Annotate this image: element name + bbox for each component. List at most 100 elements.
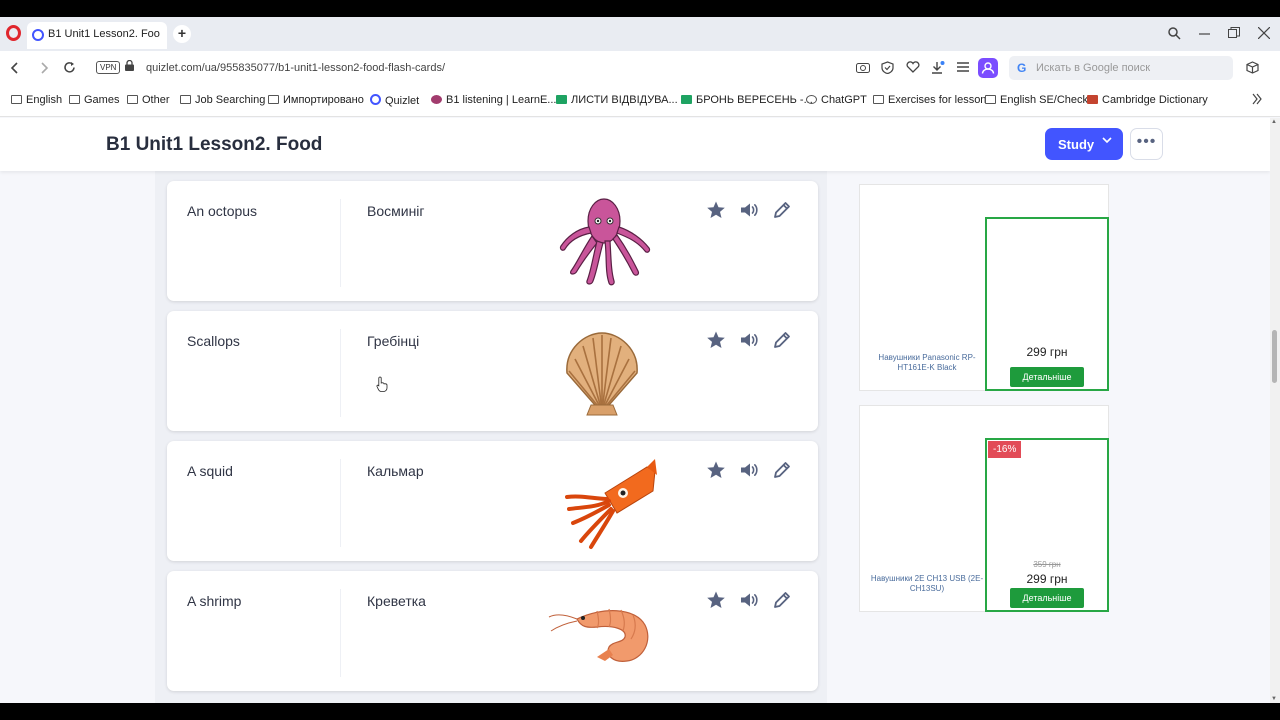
term-card: A shrimp Креветка [167, 571, 818, 691]
cambridge-icon [1087, 95, 1098, 104]
study-label: Study [1058, 137, 1095, 152]
bookmark-label: Other [142, 94, 170, 106]
vpn-badge[interactable]: VPN [96, 61, 121, 74]
ad-details-button[interactable]: Детальніше [1010, 588, 1084, 608]
edit-pencil-icon[interactable] [771, 329, 793, 351]
bookmarks-overflow-icon[interactable] [1252, 93, 1262, 105]
edit-pencil-icon[interactable] [771, 459, 793, 481]
google-icon: G [1017, 61, 1027, 75]
ad-price: 299 грн [1026, 345, 1068, 359]
bookmark-label: Quizlet [385, 95, 420, 107]
extensions-cube-icon[interactable] [1246, 61, 1259, 74]
audio-icon[interactable] [738, 459, 760, 481]
close-window-icon[interactable] [1258, 27, 1270, 39]
term-text: A shrimp [187, 593, 242, 609]
download-icon[interactable] [931, 61, 945, 75]
bookmark-imported[interactable]: Импортировано [268, 94, 364, 106]
bookmark-cambridge[interactable]: Cambridge Dictionary [1087, 94, 1208, 106]
tab-bar: B1 Unit1 Lesson2. Food | Q + [0, 17, 1280, 51]
folder-icon [873, 95, 884, 104]
bookmark-english[interactable]: English [11, 94, 62, 106]
folder-icon [180, 95, 191, 104]
bookmark-label: ChatGPT [821, 94, 867, 106]
bookmark-other[interactable]: Other [127, 94, 170, 106]
audio-icon[interactable] [738, 199, 760, 221]
ad-card[interactable]: Навушники 2E CH13 USB (2E-CH13SU) -16% 3… [859, 405, 1109, 612]
sheets-icon [556, 95, 567, 104]
term-card: A squid Кальмар [167, 441, 818, 561]
address-bar: VPN quizlet.com/ua/955835077/b1-unit1-le… [0, 51, 1280, 85]
lock-icon[interactable] [125, 60, 134, 71]
bookmark-exercises[interactable]: Exercises for lesson [873, 94, 986, 106]
scallop-shell-image [566, 332, 638, 416]
ad-offer-box[interactable]: 299 грн Детальніше [985, 217, 1109, 391]
bookmark-bron[interactable]: БРОНЬ ВЕРЕСЕНЬ -... [681, 94, 813, 106]
back-icon[interactable] [10, 62, 19, 74]
bookmark-label: Games [84, 94, 120, 106]
definition-text: Креветка [367, 593, 426, 609]
bookmark-b1-listening[interactable]: B1 listening | LearnE... [431, 94, 556, 106]
bookmark-english-se[interactable]: English SE/Check [985, 94, 1088, 106]
page-title: B1 Unit1 Lesson2. Food [106, 134, 323, 155]
discount-badge: -16% [988, 441, 1022, 458]
audio-icon[interactable] [738, 329, 760, 351]
tab-title: B1 Unit1 Lesson2. Food | Q [48, 28, 160, 40]
ad-product-name[interactable]: Навушники Panasonic RP-HT161E-K Black [868, 353, 986, 373]
opera-logo-icon[interactable] [6, 25, 21, 41]
audio-icon[interactable] [738, 589, 760, 611]
star-icon[interactable] [705, 329, 727, 351]
divider [340, 459, 341, 547]
star-icon[interactable] [705, 589, 727, 611]
bookmark-lysty[interactable]: ЛИСТИ ВІДВІДУВА... [556, 94, 678, 106]
google-search-box[interactable]: G Искать в Google поиск [1009, 56, 1233, 80]
folder-icon [985, 95, 996, 104]
browser-tab[interactable]: B1 Unit1 Lesson2. Food | Q [27, 22, 167, 49]
bookmark-label: БРОНЬ ВЕРЕСЕНЬ -... [696, 94, 813, 106]
search-placeholder: Искать в Google поиск [1036, 62, 1151, 74]
url-field[interactable]: quizlet.com/ua/955835077/b1-unit1-lesson… [146, 62, 445, 74]
ad-card[interactable]: Навушники Panasonic RP-HT161E-K Black 29… [859, 184, 1109, 391]
ad-offer-box[interactable]: -16% 359 грн 299 грн Детальніше [985, 438, 1109, 612]
reload-icon[interactable] [63, 61, 76, 74]
folder-icon [127, 95, 138, 104]
folder-icon [268, 95, 279, 104]
shield-icon[interactable] [881, 61, 894, 74]
more-options-button[interactable]: ••• [1130, 128, 1163, 160]
profile-icon[interactable] [978, 58, 998, 78]
bookmark-job-searching[interactable]: Job Searching [180, 94, 265, 106]
easy-setup-icon[interactable] [957, 61, 969, 73]
minimize-icon[interactable] [1199, 33, 1210, 35]
bookmark-quizlet[interactable]: Quizlet [370, 94, 419, 107]
divider [340, 329, 341, 417]
folder-icon [69, 95, 80, 104]
definition-text: Восминіг [367, 203, 425, 219]
divider [340, 589, 341, 677]
camera-icon[interactable] [856, 61, 870, 73]
bookmark-chatgpt[interactable]: ChatGPT [806, 94, 867, 106]
octopus-image [559, 198, 651, 286]
star-icon[interactable] [705, 459, 727, 481]
edit-pencil-icon[interactable] [771, 589, 793, 611]
chatgpt-icon [806, 95, 817, 104]
squid-image [565, 459, 657, 549]
bookmark-games[interactable]: Games [69, 94, 119, 106]
chevron-down-icon [1102, 137, 1112, 144]
scroll-down-icon[interactable]: ▼ [1271, 696, 1277, 702]
study-button[interactable]: Study [1045, 128, 1123, 160]
edit-pencil-icon[interactable] [771, 199, 793, 221]
restore-icon[interactable] [1228, 27, 1240, 39]
page-content: B1 Unit1 Lesson2. Food Study ••• An octo… [0, 118, 1270, 703]
bookmark-label: B1 listening | LearnE... [446, 94, 557, 106]
ad-details-button[interactable]: Детальніше [1010, 367, 1084, 387]
heart-icon[interactable] [906, 61, 920, 73]
learnenglish-icon [431, 95, 442, 104]
terms-list: An octopus Восминіг Scallops Гребінці A … [155, 171, 827, 703]
ad-product-name[interactable]: Навушники 2E CH13 USB (2E-CH13SU) [868, 574, 986, 594]
page-scrollbar[interactable]: ▲ ▼ [1270, 118, 1280, 703]
search-tabs-icon[interactable] [1168, 27, 1181, 40]
forward-icon[interactable] [40, 62, 49, 74]
star-icon[interactable] [705, 199, 727, 221]
scroll-up-icon[interactable]: ▲ [1271, 119, 1277, 125]
scroll-thumb[interactable] [1272, 330, 1277, 383]
new-tab-button[interactable]: + [173, 25, 191, 43]
